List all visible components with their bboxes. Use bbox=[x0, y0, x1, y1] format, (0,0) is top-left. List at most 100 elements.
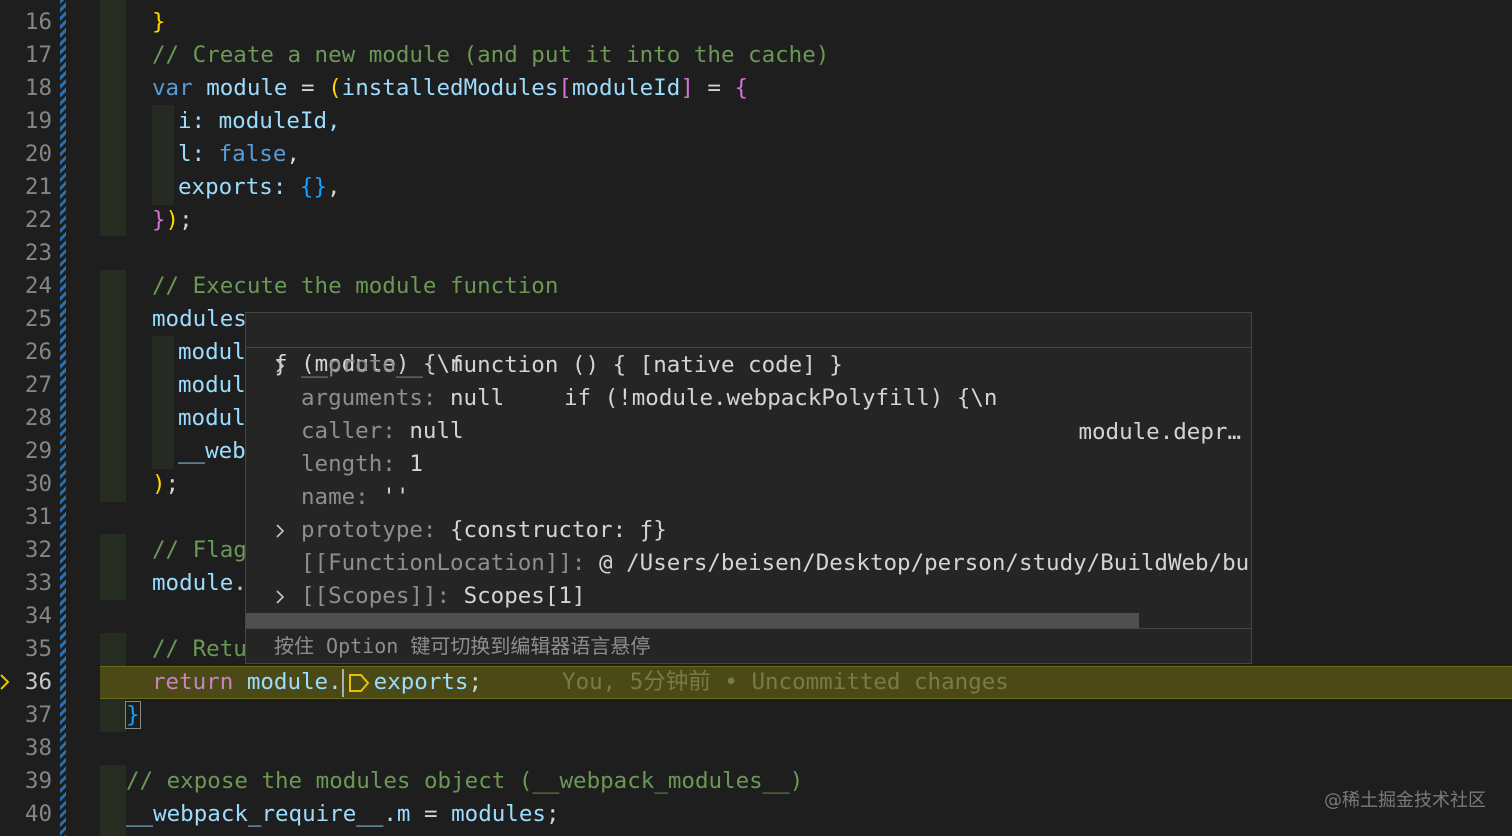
code-line-39[interactable]: // expose the modules object (__webpack_… bbox=[100, 765, 1512, 798]
text-cursor bbox=[341, 668, 344, 697]
identifier: module. bbox=[152, 570, 247, 596]
property-key: __proto__: bbox=[301, 352, 451, 378]
brace: } bbox=[152, 9, 166, 35]
property-value: {constructor: ƒ} bbox=[450, 517, 667, 543]
code-line-40[interactable]: __webpack_require__.m = modules; bbox=[100, 798, 1512, 831]
comment: // Flag bbox=[152, 537, 247, 563]
property-value: Scopes[1] bbox=[463, 583, 586, 609]
bracket: [ bbox=[558, 75, 572, 101]
hover-property-row: name: '' bbox=[246, 481, 1251, 514]
code-line-36[interactable]: return module. exports; You, 5分钟前 • Uncomm… bbox=[100, 666, 1512, 699]
property-value: null bbox=[450, 385, 505, 411]
code-line-22[interactable]: }); bbox=[100, 204, 1512, 237]
watermark: @稀土掘金技术社区 bbox=[1324, 790, 1486, 811]
property-value: 1 bbox=[409, 451, 423, 477]
line-number[interactable]: 18 bbox=[0, 72, 52, 105]
hover-property-row[interactable]: [[Scopes]]: Scopes[1] bbox=[246, 580, 1251, 613]
line-number[interactable]: 32 bbox=[0, 534, 52, 567]
line-number[interactable]: 19 bbox=[0, 105, 52, 138]
dirty-diff-indicator[interactable] bbox=[60, 0, 66, 836]
line-number[interactable]: 17 bbox=[0, 39, 52, 72]
brace: {} bbox=[299, 174, 328, 200]
semicolon: ; bbox=[179, 207, 193, 233]
line-number[interactable]: 37 bbox=[0, 699, 52, 732]
identifier: module. bbox=[233, 669, 342, 695]
keyword-var: var bbox=[152, 75, 193, 101]
brace: } bbox=[152, 207, 166, 233]
horizontal-scrollbar[interactable] bbox=[246, 613, 1139, 629]
line-number[interactable]: 40 bbox=[0, 798, 52, 831]
bracket: ] bbox=[680, 75, 694, 101]
hover-property-row: arguments: null bbox=[246, 382, 1251, 415]
property-key: [[Scopes]]: bbox=[301, 583, 464, 609]
inline-breakpoint-icon[interactable] bbox=[348, 672, 370, 694]
debug-arrow-icon bbox=[0, 674, 10, 690]
hover-property-row: length: 1 bbox=[246, 448, 1251, 481]
property-value: null bbox=[409, 418, 464, 444]
paren: ) bbox=[152, 471, 166, 497]
code-line-20[interactable]: l: false, bbox=[100, 138, 1512, 171]
operator: = bbox=[287, 75, 329, 101]
comment: // Create a new module (and put it into … bbox=[152, 42, 830, 68]
paren: ) bbox=[165, 207, 180, 233]
semicolon: ; bbox=[468, 669, 483, 695]
line-number[interactable]: 35 bbox=[0, 633, 52, 666]
identifier: modul bbox=[178, 405, 246, 431]
object-key: exports: bbox=[178, 174, 300, 200]
chevron-right-icon[interactable] bbox=[274, 580, 288, 613]
hover-property-row[interactable]: prototype: {constructor: ƒ} bbox=[246, 514, 1251, 547]
chevron-right-icon[interactable] bbox=[274, 514, 288, 547]
hover-header: ƒ (module) {\n if (!module.webpackPolyfi… bbox=[246, 313, 1251, 445]
brace: } bbox=[125, 701, 141, 729]
line-number[interactable]: 38 bbox=[0, 732, 52, 765]
line-number[interactable]: 31 bbox=[0, 501, 52, 534]
identifier: __webpack_require__ bbox=[126, 801, 384, 827]
identifier: exports bbox=[373, 669, 469, 695]
keyword-return: return bbox=[152, 669, 234, 695]
debug-hover-widget[interactable]: ƒ (module) {\n if (!module.webpackPolyfi… bbox=[245, 312, 1252, 664]
line-number[interactable]: 28 bbox=[0, 402, 52, 435]
line-number[interactable]: 24 bbox=[0, 270, 52, 303]
code-line-24[interactable]: // Execute the module function bbox=[100, 270, 1512, 303]
property-value: function () { [native code] } bbox=[450, 352, 843, 378]
line-number[interactable]: 33 bbox=[0, 567, 52, 600]
boolean: false bbox=[218, 141, 287, 167]
line-number[interactable]: 20 bbox=[0, 138, 52, 171]
comma: , bbox=[327, 174, 341, 200]
semicolon: ; bbox=[165, 471, 180, 497]
code-line-21[interactable]: exports: {}, bbox=[100, 171, 1512, 204]
semicolon: ; bbox=[545, 801, 560, 827]
chevron-right-icon[interactable] bbox=[274, 349, 288, 382]
code-line-19[interactable]: i: moduleId, bbox=[100, 105, 1512, 138]
line-number[interactable]: 25 bbox=[0, 303, 52, 336]
line-number[interactable]: 23 bbox=[0, 237, 52, 270]
identifier: installedModules bbox=[341, 75, 559, 101]
line-number[interactable]: 22 bbox=[0, 204, 52, 237]
code-line-37[interactable]: } bbox=[100, 699, 1512, 732]
code-line-17[interactable]: // Create a new module (and put it into … bbox=[100, 39, 1512, 72]
identifier: .m bbox=[383, 801, 411, 827]
identifier: module bbox=[206, 75, 288, 101]
hover-property-row[interactable]: __proto__: function () { [native code] } bbox=[246, 349, 1251, 382]
property-key: name: bbox=[301, 484, 383, 510]
line-number[interactable]: 16 bbox=[0, 6, 52, 39]
comment: // Retu bbox=[152, 636, 247, 662]
hover-property-row: caller: null bbox=[246, 415, 1251, 448]
identifier: moduleId bbox=[571, 75, 681, 101]
identifier: __web bbox=[178, 438, 246, 464]
property-key: [[FunctionLocation]]: bbox=[301, 550, 600, 576]
line-number[interactable]: 30 bbox=[0, 468, 52, 501]
comment: // Execute the module function bbox=[152, 273, 559, 299]
line-number[interactable]: 29 bbox=[0, 435, 52, 468]
brace: { bbox=[734, 75, 749, 101]
line-number[interactable]: 34 bbox=[0, 600, 52, 633]
property-value: '' bbox=[382, 484, 410, 510]
line-number[interactable]: 39 bbox=[0, 765, 52, 798]
property-value: @ /Users/beisen/Desktop/person/study/Bui… bbox=[599, 550, 1251, 576]
line-number[interactable]: 21 bbox=[0, 171, 52, 204]
property-key: length: bbox=[301, 451, 410, 477]
code-line-18[interactable]: var module = (installedModules[moduleId]… bbox=[100, 72, 1512, 105]
line-number[interactable]: 26 bbox=[0, 336, 52, 369]
line-number[interactable]: 27 bbox=[0, 369, 52, 402]
code-line-16[interactable]: } bbox=[100, 6, 1512, 39]
